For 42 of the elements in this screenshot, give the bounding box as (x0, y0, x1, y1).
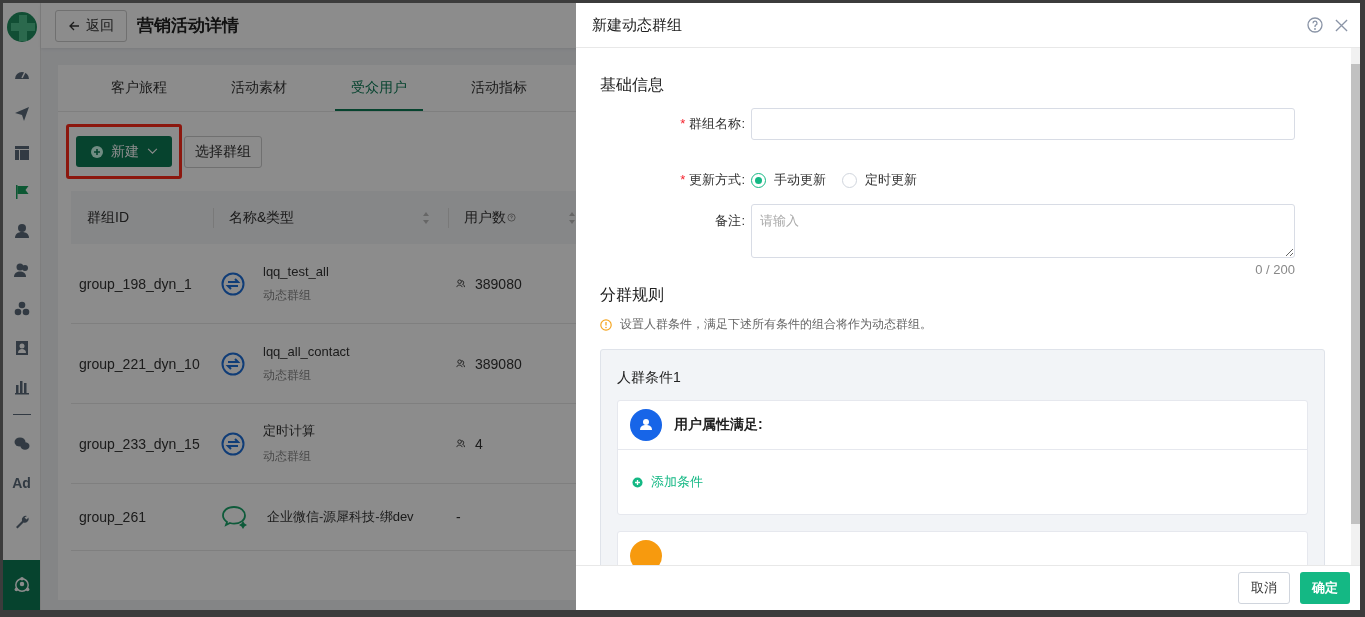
group-name: 企业微信-源犀科技-绑dev (267, 508, 414, 526)
field-label: * 群组名称: (679, 115, 746, 133)
field-label: * 更新方式: (679, 171, 746, 189)
column-header: 用户数 (464, 208, 506, 227)
condition-group-title: 人群条件1 (617, 369, 682, 387)
back-button[interactable]: 返回 (55, 9, 127, 42)
radio-option[interactable]: 定时更新 (842, 171, 917, 189)
note-field[interactable]: 请输入 (751, 204, 1295, 258)
section-title: 分群规则 (600, 285, 665, 305)
tab[interactable]: 活动指标 (439, 65, 559, 111)
table-cell: group_261 (79, 509, 146, 525)
table-cell: - (456, 509, 461, 525)
tab[interactable]: 活动素材 (199, 65, 319, 111)
hint-text: 设置人群条件，满足下述所有条件的组合将作为动态群组。 (620, 316, 932, 333)
table-cell: 389080 (475, 355, 522, 372)
table-cell: group_221_dyn_10 (79, 355, 200, 372)
field-label: 备注: (714, 212, 746, 230)
column-header: 群组ID (87, 208, 129, 227)
drawer-title: 新建动态群组 (592, 15, 682, 35)
condition-title: 用户属性满足: (674, 416, 763, 434)
table-cell: group_233_dyn_15 (79, 435, 200, 452)
column-header: 名称&类型 (229, 208, 295, 227)
section-title: 基础信息 (600, 75, 665, 95)
cancel-button[interactable]: 取消 (1238, 572, 1290, 604)
group-type: 动态群组 (263, 286, 312, 304)
select-group-button[interactable]: 选择群组 (184, 135, 262, 168)
new-button[interactable]: 新建 (76, 136, 172, 167)
character-count: 0 / 200 (1255, 262, 1295, 277)
table-cell: 389080 (475, 275, 522, 292)
add-condition-button[interactable]: 添加条件 (632, 473, 703, 491)
radio-option[interactable]: 手动更新 (751, 171, 826, 189)
group-type: 动态群组 (263, 366, 312, 384)
page-title: 营销活动详情 (137, 15, 239, 37)
group-name: lqq_test_all (263, 263, 329, 279)
tab[interactable]: 客户旅程 (93, 65, 185, 111)
group-type: 动态群组 (263, 448, 312, 465)
table-cell: 4 (475, 435, 483, 452)
tab[interactable]: 受众用户 (335, 65, 423, 111)
table-cell: group_198_dyn_1 (79, 275, 192, 292)
group-name: 定时计算 (263, 422, 315, 440)
group-name: lqq_all_contact (263, 343, 350, 359)
sidebar-item[interactable]: Ad (12, 475, 31, 491)
